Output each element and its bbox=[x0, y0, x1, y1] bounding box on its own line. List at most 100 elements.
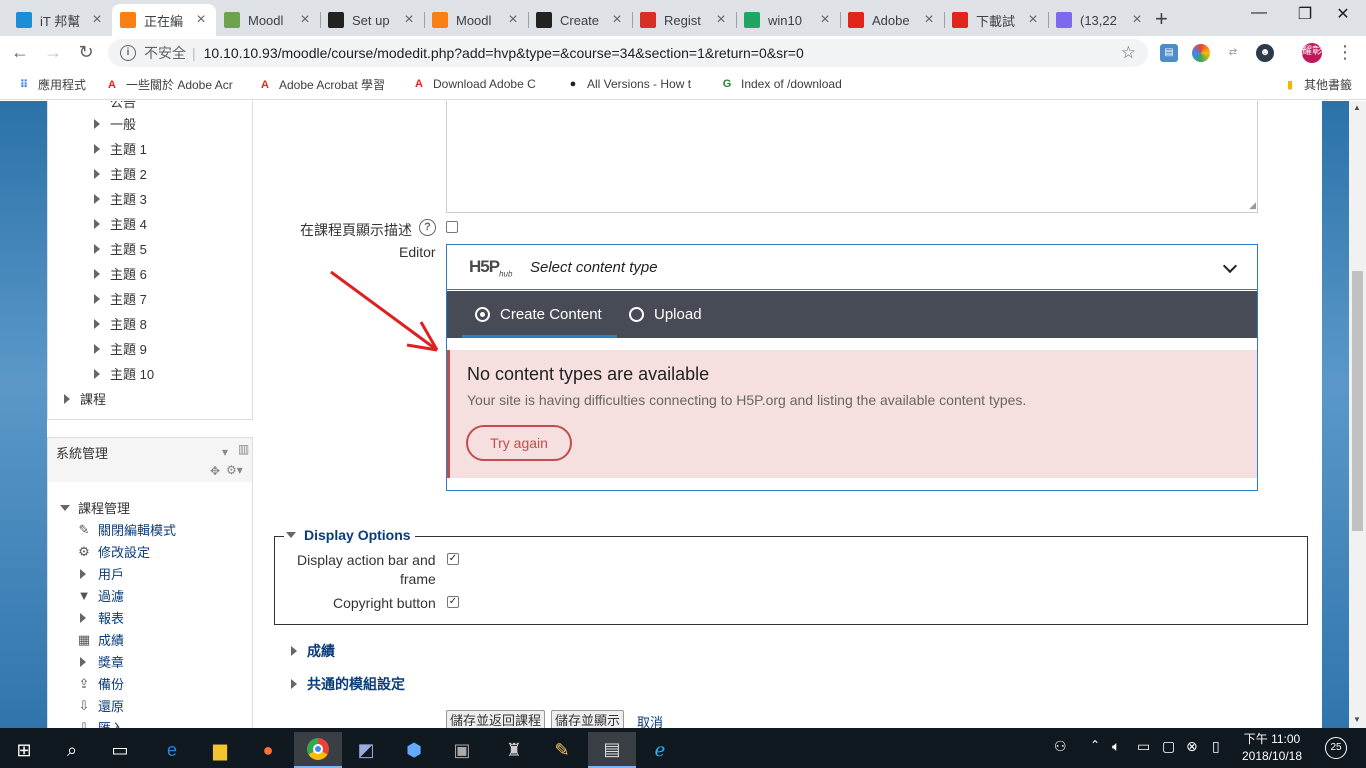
collapse-icon[interactable]: ▾ bbox=[222, 445, 228, 459]
admin-item[interactable]: 報表 bbox=[76, 608, 124, 627]
browser-tab[interactable]: win10 × bbox=[736, 4, 840, 36]
display-options-legend[interactable]: Display Options bbox=[284, 527, 415, 543]
tray-expand-icon[interactable]: ⌃ bbox=[1090, 738, 1100, 752]
nav-item[interactable]: 主題 4 bbox=[94, 214, 147, 233]
gear-menu-icon[interactable]: ⚙▾ bbox=[226, 463, 243, 477]
chrome-icon[interactable] bbox=[294, 732, 342, 768]
browser-tab[interactable]: (13,22 × bbox=[1048, 4, 1152, 36]
edge-icon[interactable]: e bbox=[148, 732, 196, 768]
browser-tab[interactable]: Adobe × bbox=[840, 4, 944, 36]
show-description-checkbox[interactable] bbox=[446, 221, 458, 233]
admin-item[interactable]: ▦ 成績 bbox=[76, 630, 124, 649]
description-textarea[interactable]: ◢ bbox=[446, 101, 1258, 213]
nav-item-partial[interactable]: 公告 bbox=[110, 101, 136, 111]
firefox-icon[interactable]: ● bbox=[244, 732, 292, 768]
tab-close-icon[interactable]: × bbox=[922, 12, 936, 28]
tab-close-icon[interactable]: × bbox=[714, 12, 728, 28]
back-icon[interactable]: ← bbox=[9, 42, 31, 63]
browser-tab[interactable]: Moodl × bbox=[424, 4, 528, 36]
address-bar[interactable]: i 不安全 | 10.10.10.93/moodle/course/modedi… bbox=[108, 39, 1148, 67]
bookmark-item[interactable]: A Download Adobe C bbox=[411, 76, 536, 92]
tab-close-icon[interactable]: × bbox=[1130, 12, 1144, 28]
bookmark-item[interactable]: A 一些關於 Adobe Acr bbox=[104, 76, 233, 93]
translate-icon[interactable]: ⇄ bbox=[1224, 44, 1242, 62]
nav-item[interactable]: 主題 3 bbox=[94, 189, 147, 208]
nav-item[interactable]: 主題 7 bbox=[94, 289, 147, 308]
input-method-icon[interactable]: ▯ bbox=[1212, 738, 1220, 755]
common-settings-header[interactable]: 共通的模組設定 bbox=[291, 674, 405, 694]
scroll-down-icon[interactable]: ▼ bbox=[1353, 715, 1361, 724]
admin-item[interactable]: ✎ 關閉編輯模式 bbox=[76, 520, 176, 539]
volume-icon[interactable]: 🔈︎ bbox=[1112, 738, 1120, 755]
menu-icon[interactable]: ⋮ bbox=[1334, 42, 1356, 63]
scrollbar-thumb[interactable] bbox=[1352, 271, 1363, 531]
info-icon[interactable]: i bbox=[120, 45, 136, 61]
start-windows-icon[interactable]: ⊞ bbox=[0, 732, 48, 768]
network-app-icon[interactable]: ▣ bbox=[438, 732, 486, 768]
browser-tab[interactable]: Regist × bbox=[632, 4, 736, 36]
browser-tab[interactable]: Moodl × bbox=[216, 4, 320, 36]
dock-icon[interactable]: ▥ bbox=[238, 442, 249, 456]
profile-avatar[interactable]: 耀彰 bbox=[1302, 43, 1322, 63]
network-icon[interactable]: ▢ bbox=[1162, 738, 1175, 755]
action-bar-checkbox[interactable]: ✓ bbox=[447, 553, 459, 565]
search-icon[interactable]: ⌕ bbox=[48, 732, 96, 768]
scroll-up-icon[interactable]: ▲ bbox=[1353, 103, 1361, 112]
tab-close-icon[interactable]: × bbox=[90, 12, 104, 28]
reload-icon[interactable]: ↻ bbox=[75, 42, 97, 63]
nav-item[interactable]: 主題 8 bbox=[94, 314, 147, 333]
grade-section-header[interactable]: 成績 bbox=[291, 641, 335, 661]
browser-tab[interactable]: iT 邦幫 × bbox=[8, 4, 112, 36]
save-and-return-button[interactable]: 儲存並返回課程 bbox=[446, 710, 546, 728]
notepad-icon[interactable]: ▤ bbox=[588, 732, 636, 768]
copyright-checkbox[interactable]: ✓ bbox=[447, 596, 459, 608]
try-again-button[interactable]: Try again bbox=[466, 425, 572, 461]
tab-close-icon[interactable]: × bbox=[610, 12, 624, 28]
paint-icon[interactable]: ✎ bbox=[538, 732, 586, 768]
nav-item[interactable]: 主題 1 bbox=[94, 139, 147, 158]
bookmark-item[interactable]: G Index of /download bbox=[719, 76, 842, 92]
chevron-down-icon[interactable] bbox=[1222, 258, 1238, 274]
other-bookmarks[interactable]: ▮ 其他書籤 bbox=[1282, 76, 1352, 93]
bookmark-item[interactable]: ● All Versions - How t bbox=[565, 76, 691, 92]
battery-icon[interactable]: ▭ bbox=[1137, 738, 1150, 755]
tab-close-icon[interactable]: × bbox=[402, 12, 416, 28]
tab-close-icon[interactable]: × bbox=[506, 12, 520, 28]
virtualbox-icon[interactable]: ⬢ bbox=[390, 732, 438, 768]
new-tab-button[interactable]: + bbox=[1155, 6, 1168, 32]
course-admin-item[interactable]: 課程管理 bbox=[60, 498, 130, 517]
browser-tab[interactable]: Set up × bbox=[320, 4, 424, 36]
extension-icon[interactable]: ▤ bbox=[1160, 44, 1178, 62]
nav-item[interactable]: 一般 bbox=[94, 114, 136, 133]
nav-item[interactable]: 主題 5 bbox=[94, 239, 147, 258]
browser-tab[interactable]: 正在編 × bbox=[112, 4, 216, 36]
browser-tab[interactable]: Create × bbox=[528, 4, 632, 36]
admin-item[interactable]: ⇩ 還原 bbox=[76, 696, 124, 715]
cancel-link[interactable]: 取消 bbox=[637, 712, 663, 728]
nav-item[interactable]: 主題 9 bbox=[94, 339, 147, 358]
nav-item-course[interactable]: 課程 bbox=[64, 389, 106, 408]
ie-icon[interactable]: ℯ bbox=[636, 732, 684, 768]
app-icon-2[interactable]: ♜ bbox=[490, 732, 538, 768]
url-text[interactable]: 10.10.10.93/moodle/course/modedit.php?ad… bbox=[204, 45, 804, 61]
nav-item[interactable]: 主題 10 bbox=[94, 364, 154, 383]
bookmark-item[interactable]: ⠿ 應用程式 bbox=[16, 76, 86, 93]
tab-close-icon[interactable]: × bbox=[818, 12, 832, 28]
chrome-extension-icon[interactable] bbox=[1192, 44, 1210, 62]
task-view-icon[interactable]: ▭ bbox=[96, 732, 144, 768]
page-scrollbar[interactable]: ▲ ▼ bbox=[1349, 101, 1366, 728]
admin-item[interactable]: ⇩ 匯入 bbox=[76, 718, 124, 729]
tab-close-icon[interactable]: × bbox=[298, 12, 312, 28]
system-clock[interactable]: 下午 11:00 2018/10/18 bbox=[1236, 731, 1308, 765]
forward-icon[interactable]: → bbox=[42, 42, 64, 63]
file-explorer-icon[interactable]: ▆ bbox=[196, 732, 244, 768]
bookmark-item[interactable]: A Adobe Acrobat 學習 bbox=[257, 76, 385, 93]
save-and-display-button[interactable]: 儲存並顯示 bbox=[551, 710, 625, 728]
help-icon[interactable]: ? bbox=[419, 219, 436, 236]
nav-item[interactable]: 主題 2 bbox=[94, 164, 147, 183]
move-icon[interactable]: ✥ bbox=[210, 464, 220, 478]
no-connection-icon[interactable]: ⊗ bbox=[1186, 738, 1198, 755]
h5p-hub-header[interactable]: H5Phub Select content type bbox=[447, 245, 1257, 290]
people-icon[interactable]: ⚇ bbox=[1054, 738, 1067, 755]
admin-item[interactable]: 用戶 bbox=[76, 564, 124, 583]
